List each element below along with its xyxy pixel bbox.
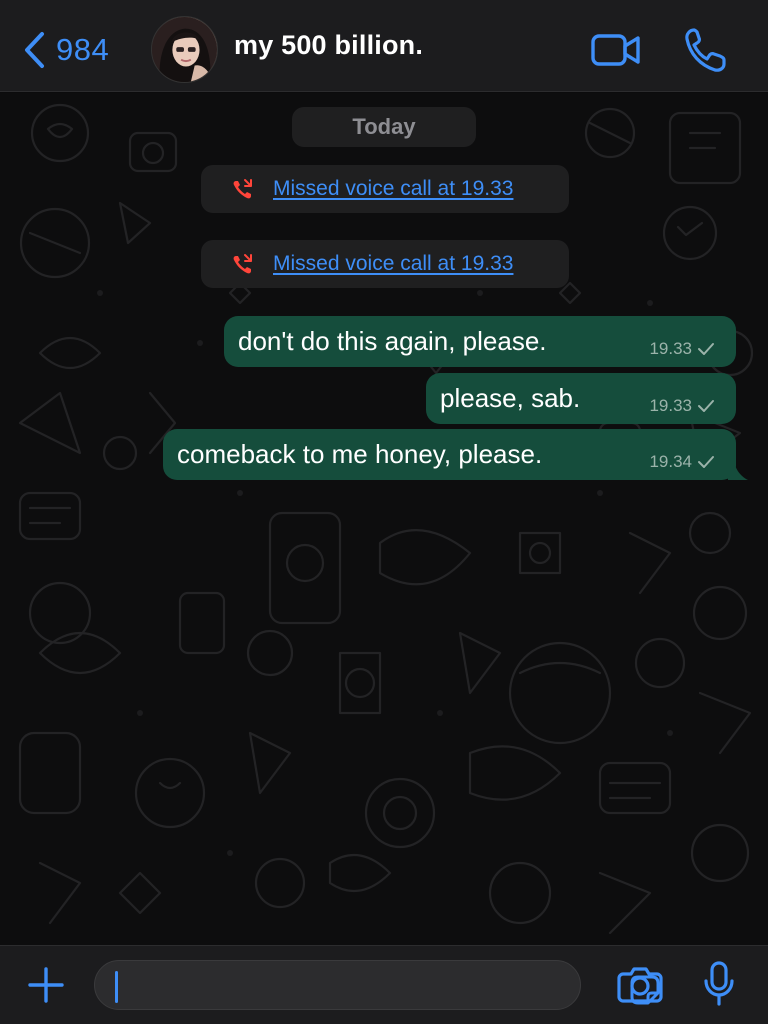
chat-screen: 984 my 500 billion. Today Missed voice c… xyxy=(0,0,768,1024)
avatar-image xyxy=(152,17,217,82)
message-meta: 19.33 xyxy=(649,339,716,359)
message-bubble[interactable]: please, sab. 19.33 xyxy=(426,373,736,424)
missed-call-icon xyxy=(233,254,252,274)
date-separator: Today xyxy=(292,107,476,147)
microphone-icon[interactable] xyxy=(703,961,735,1007)
message-text: don't do this again, please. xyxy=(238,326,547,356)
video-camera-icon[interactable] xyxy=(590,24,642,76)
message-bubble[interactable]: don't do this again, please. 19.33 xyxy=(224,316,736,367)
message-list[interactable]: Today Missed voice call at 19.33 Missed … xyxy=(0,93,768,945)
compose-bar xyxy=(0,945,768,1024)
contact-name[interactable]: my 500 billion. xyxy=(234,30,423,61)
message-text: please, sab. xyxy=(440,383,581,413)
missed-call-icon xyxy=(233,179,252,199)
message-meta: 19.33 xyxy=(649,396,716,416)
missed-call-notice[interactable]: Missed voice call at 19.33 xyxy=(201,240,569,288)
chevron-left-icon xyxy=(25,32,44,68)
back-button[interactable]: 984 xyxy=(22,28,109,72)
sent-tick-icon xyxy=(696,341,716,357)
missed-call-text[interactable]: Missed voice call at 19.33 xyxy=(273,177,513,201)
sent-tick-icon xyxy=(696,454,716,470)
bubble-tail xyxy=(728,458,748,480)
date-label: Today xyxy=(352,114,416,139)
missed-call-text[interactable]: Missed voice call at 19.33 xyxy=(273,252,513,276)
message-text: comeback to me honey, please. xyxy=(177,439,543,469)
text-caret xyxy=(115,971,118,1003)
message-input[interactable] xyxy=(94,960,660,1010)
doodle-wallpaper xyxy=(18,103,754,935)
chat-header: 984 my 500 billion. xyxy=(0,0,768,92)
plus-icon[interactable] xyxy=(26,965,66,1005)
message-time: 19.34 xyxy=(649,452,692,471)
message-time: 19.33 xyxy=(649,339,692,358)
phone-icon[interactable] xyxy=(682,24,728,76)
contact-avatar[interactable] xyxy=(151,16,218,83)
camera-icon[interactable] xyxy=(617,964,663,1004)
unread-count: 984 xyxy=(56,32,110,67)
message-meta: 19.34 xyxy=(649,452,716,472)
missed-call-notice[interactable]: Missed voice call at 19.33 xyxy=(201,165,569,213)
sent-tick-icon xyxy=(696,398,716,414)
message-time: 19.33 xyxy=(649,396,692,415)
message-bubble[interactable]: comeback to me honey, please. 19.34 xyxy=(163,429,748,480)
